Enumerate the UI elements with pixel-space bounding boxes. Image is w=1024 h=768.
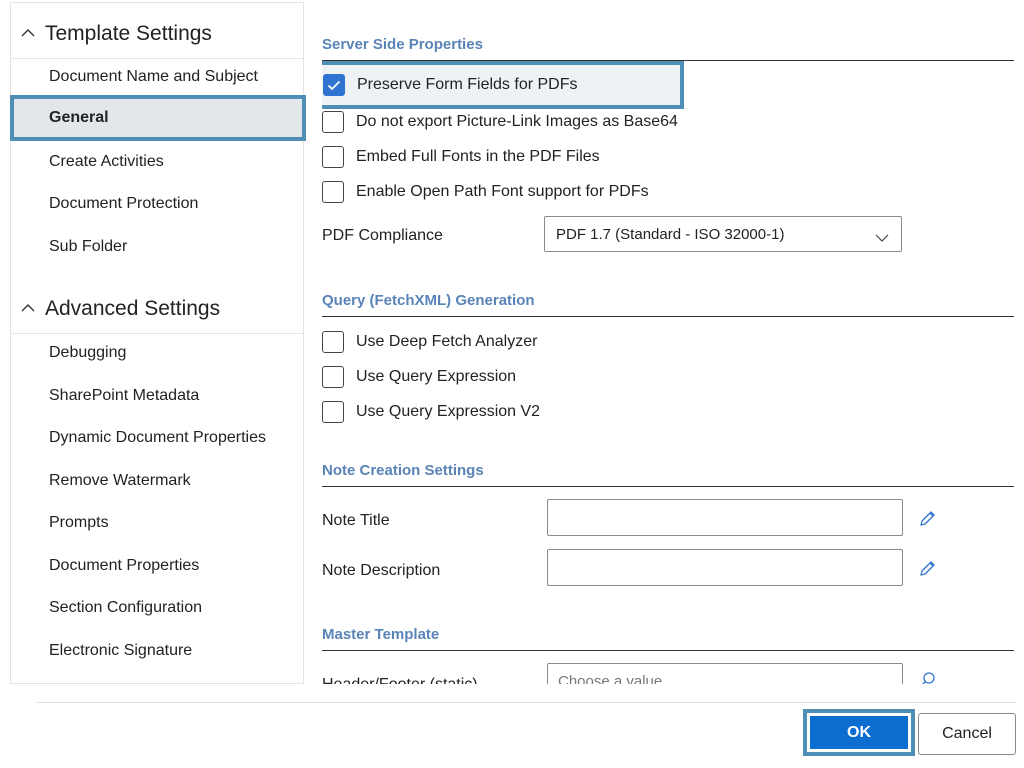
checkbox-label: Do not export Picture-Link Images as Bas… — [356, 113, 678, 130]
use-query-expression-checkbox[interactable]: Use Query Expression — [322, 363, 516, 391]
checkbox-label: Embed Full Fonts in the PDF Files — [356, 148, 600, 165]
preserve-form-fields-checkbox[interactable]: Preserve Form Fields for PDFs — [322, 61, 684, 109]
chevron-up-icon — [19, 299, 45, 319]
pencil-icon[interactable] — [918, 558, 938, 578]
footer-divider — [36, 702, 1016, 703]
checkbox-box[interactable] — [322, 181, 344, 203]
query-generation-heading: Query (FetchXML) Generation — [322, 292, 1014, 317]
note-description-input[interactable] — [547, 549, 903, 586]
sidebar-item-general[interactable]: General — [10, 95, 306, 141]
checkbox-box[interactable] — [323, 74, 345, 96]
do-not-export-picture-link-checkbox[interactable]: Do not export Picture-Link Images as Bas… — [322, 108, 678, 136]
pdf-compliance-label: PDF Compliance — [322, 227, 443, 244]
checkbox-label: Use Query Expression V2 — [356, 403, 541, 420]
server-side-properties-heading: Server Side Properties — [322, 36, 1014, 61]
chevron-down-icon — [875, 229, 889, 246]
checkbox-label: Enable Open Path Font support for PDFs — [356, 183, 649, 200]
pdf-compliance-value: PDF 1.7 (Standard - ISO 32000-1) — [556, 225, 785, 243]
sidebar-item-electronic-signature[interactable]: Electronic Signature — [11, 631, 303, 671]
sidebar-item-document-name-and-subject[interactable]: Document Name and Subject — [11, 57, 303, 97]
header-footer-label: Header/Footer (static) — [322, 676, 478, 684]
enable-open-path-font-checkbox[interactable]: Enable Open Path Font support for PDFs — [322, 178, 649, 206]
ok-button[interactable]: OK — [803, 709, 915, 756]
use-query-expression-v2-checkbox[interactable]: Use Query Expression V2 — [322, 398, 540, 426]
checkbox-label: Preserve Form Fields for PDFs — [357, 76, 578, 93]
sidebar-item-section-configuration[interactable]: Section Configuration — [11, 588, 303, 628]
settings-sidebar: Template Settings Document Name and Subj… — [10, 2, 306, 684]
header-footer-lookup-input[interactable] — [547, 663, 903, 684]
sidebar-item-document-protection[interactable]: Document Protection — [11, 184, 303, 224]
ok-button-label: OK — [810, 716, 908, 749]
pdf-compliance-select[interactable]: PDF 1.7 (Standard - ISO 32000-1) — [544, 216, 902, 252]
checkbox-box[interactable] — [322, 366, 344, 388]
pencil-icon[interactable] — [918, 508, 938, 528]
checkbox-label: Use Query Expression — [356, 368, 517, 385]
checkbox-box[interactable] — [322, 146, 344, 168]
master-template-heading: Master Template — [322, 626, 1014, 651]
embed-full-fonts-checkbox[interactable]: Embed Full Fonts in the PDF Files — [322, 143, 600, 171]
template-settings-title: Template Settings — [45, 21, 212, 45]
sidebar-item-sharepoint-metadata[interactable]: SharePoint Metadata — [11, 376, 303, 416]
sidebar-item-debugging[interactable]: Debugging — [11, 333, 303, 373]
chevron-up-icon — [19, 24, 45, 44]
sidebar-item-remove-watermark[interactable]: Remove Watermark — [11, 461, 303, 501]
note-title-input[interactable] — [547, 499, 903, 536]
sidebar-item-dynamic-document-properties[interactable]: Dynamic Document Properties — [11, 418, 303, 458]
checkbox-label: Use Deep Fetch Analyzer — [356, 333, 538, 350]
note-creation-settings-heading: Note Creation Settings — [322, 462, 1014, 487]
sidebar-item-prompts[interactable]: Prompts — [11, 503, 303, 543]
sidebar-item-create-activities[interactable]: Create Activities — [11, 142, 303, 182]
note-description-label: Note Description — [322, 562, 441, 579]
sidebar-item-sub-folder[interactable]: Sub Folder — [11, 227, 303, 267]
note-title-label: Note Title — [322, 512, 390, 529]
checkbox-box[interactable] — [322, 111, 344, 133]
checkbox-box[interactable] — [322, 401, 344, 423]
checkmark-icon — [327, 80, 341, 90]
sidebar-item-document-properties[interactable]: Document Properties — [11, 546, 303, 586]
template-settings-header[interactable]: Template Settings — [11, 9, 303, 59]
cancel-button[interactable]: Cancel — [918, 713, 1016, 755]
search-icon[interactable] — [918, 670, 938, 684]
use-deep-fetch-analyzer-checkbox[interactable]: Use Deep Fetch Analyzer — [322, 328, 537, 356]
advanced-settings-title: Advanced Settings — [45, 296, 221, 320]
advanced-settings-header[interactable]: Advanced Settings — [11, 284, 303, 334]
settings-content: Server Side Properties Preserve Form Fie… — [322, 0, 1014, 684]
checkbox-box[interactable] — [322, 331, 344, 353]
